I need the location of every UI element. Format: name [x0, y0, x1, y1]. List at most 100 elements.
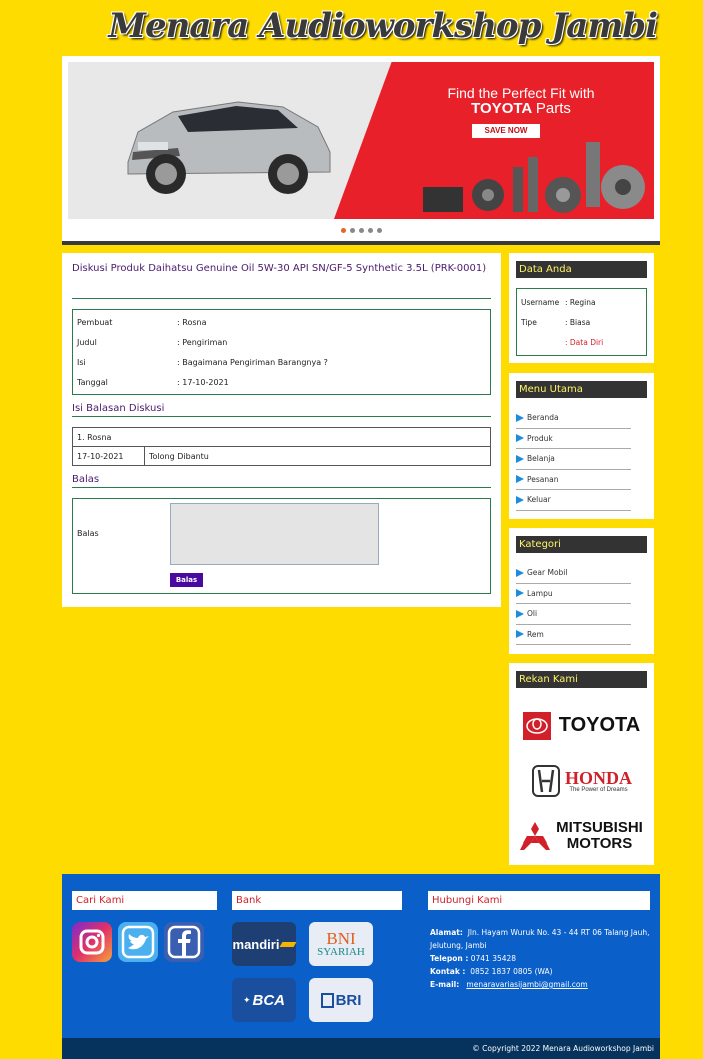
table-row: 17-10-2021 Tolong Dibantu: [72, 446, 491, 466]
phone-value: 0741 35428: [470, 954, 517, 963]
slider-dot-4[interactable]: [367, 228, 373, 233]
user-panel-title: Data Anda: [516, 261, 647, 278]
phone-label: Telepon :: [430, 954, 469, 963]
banner-brand-suffix: Parts: [535, 100, 571, 117]
mitsubishi-wordmark: MITSUBISHI MOTORS: [556, 819, 643, 852]
menu-item-products[interactable]: Produk: [516, 429, 631, 449]
menu-item-shop[interactable]: Belanja: [516, 449, 631, 470]
banner-slider[interactable]: Find the Perfect Fit with TOYOTA Parts S…: [62, 56, 660, 245]
menu-item-home[interactable]: Beranda: [516, 408, 631, 429]
info-row-creator: Pembuat: Rosna: [77, 312, 486, 332]
info-row-content: Isi: Bagaimana Pengiriman Barangnya ?: [77, 352, 486, 372]
address-label: Alamat:: [430, 928, 463, 937]
mandiri-wave-icon: [280, 941, 297, 947]
category-label: Gear Mobil: [527, 568, 568, 578]
category-item-oil[interactable]: Oli: [516, 604, 631, 625]
info-row-date: Tanggal: 17-10-2021: [77, 372, 486, 392]
wa-label: Kontak :: [430, 967, 466, 976]
category-label: Rem: [527, 629, 544, 639]
car-image: [127, 101, 331, 194]
category-item-brake[interactable]: Rem: [516, 625, 631, 645]
copyright: © Copyright 2022 Menara Audioworkshop Ja…: [62, 1038, 660, 1059]
menu-item-label: Pesanan: [527, 474, 559, 484]
reply-submit-button[interactable]: Balas: [170, 573, 203, 587]
reply-text: Tolong Dibantu: [144, 446, 491, 466]
table-row: 1. Rosna: [72, 427, 491, 447]
bank-name: BNI: [326, 929, 356, 948]
reply-table: 1. Rosna 17-10-2021 Tolong Dibantu: [72, 427, 491, 466]
category-panel: Kategori Gear Mobil Lampu Oli Rem: [509, 528, 654, 654]
partner-name: TOYOTA: [558, 714, 641, 736]
user-row-type: Tipe : Biasa: [521, 312, 642, 332]
type-value: : Biasa: [565, 317, 591, 327]
footer: Cari Kami Bank Hubungi Kami mandiri BNI …: [62, 874, 660, 1059]
find-us-heading: Cari Kami: [72, 891, 217, 910]
contact-phone: Telepon : 0741 35428: [430, 952, 652, 965]
banner-headline: Find the Perfect Fit with TOYOTA Parts: [416, 85, 626, 117]
user-info-box: Username: Regina Tipe : Biasa : Data Diri: [516, 288, 647, 356]
banner-headline-text: Find the Perfect Fit with: [447, 85, 595, 101]
slider-dot-1[interactable]: [340, 228, 346, 233]
replies-heading: Isi Balasan Diskusi: [72, 395, 491, 417]
arrow-right-icon: [516, 568, 524, 577]
slider-dot-2[interactable]: [349, 228, 355, 233]
facebook-icon[interactable]: [164, 922, 204, 962]
partners-title: Rekan Kami: [516, 671, 647, 688]
car-parts-image: [423, 142, 645, 213]
bank-bni-logo[interactable]: BNI SYARIAH: [309, 922, 373, 966]
info-row-subject: Judul: Pengiriman: [77, 332, 486, 352]
twitter-icon[interactable]: [118, 922, 158, 962]
info-label: Isi: [77, 357, 86, 367]
arrow-right-icon: [516, 434, 524, 443]
partners-panel: Rekan Kami TOYOTA HONDA The Power of Dre…: [509, 663, 654, 865]
site-title[interactable]: Menara Audioworkshop Jambi: [108, 6, 658, 46]
menu-item-label: Beranda: [527, 413, 559, 423]
email-link[interactable]: menaravariasijambi@gmail.com: [466, 980, 587, 989]
arrow-right-icon: [516, 630, 524, 639]
menu-item-orders[interactable]: Pesanan: [516, 470, 631, 490]
honda-wordmark: HONDA The Power of Dreams: [565, 769, 632, 793]
contact-heading: Hubungi Kami: [428, 891, 650, 910]
reply-field-label: Balas: [77, 529, 99, 538]
bca-emblem-icon: ✦: [242, 994, 251, 1005]
contact-wa: Kontak : 0852 1837 0805 (WA): [430, 965, 652, 978]
category-item-lamp[interactable]: Lampu: [516, 584, 631, 604]
partner-tagline: The Power of Dreams: [569, 786, 628, 793]
slider-dot-3[interactable]: [358, 228, 364, 233]
bank-mandiri-logo[interactable]: mandiri: [232, 922, 297, 966]
username-value: : Regina: [565, 297, 596, 307]
reply-textarea[interactable]: [170, 503, 379, 565]
bank-name: BCA: [252, 991, 286, 1009]
slider-dot-5[interactable]: [376, 228, 382, 233]
category-item-gear[interactable]: Gear Mobil: [516, 563, 631, 584]
info-label: Pembuat: [77, 317, 113, 327]
save-now-button[interactable]: SAVE NOW: [472, 124, 540, 138]
instagram-icon[interactable]: [72, 922, 112, 962]
info-value: : Pengiriman: [177, 337, 228, 347]
bri-emblem-icon: [320, 992, 334, 1008]
bank-name: BRI: [335, 991, 362, 1009]
info-value: : 17-10-2021: [177, 377, 229, 387]
banner-slide[interactable]: Find the Perfect Fit with TOYOTA Parts S…: [68, 62, 654, 219]
user-row-username: Username: Regina: [521, 292, 642, 312]
partner-toyota[interactable]: TOYOTA: [516, 698, 647, 753]
menu-item-logout[interactable]: Keluar: [516, 490, 631, 511]
arrow-right-icon: [516, 609, 524, 618]
partner-mitsubishi[interactable]: MITSUBISHI MOTORS: [516, 808, 647, 863]
partner-honda[interactable]: HONDA The Power of Dreams: [516, 753, 647, 808]
toyota-logo-icon: [522, 711, 551, 740]
partner-name-2: MOTORS: [566, 834, 633, 852]
bank-bca-logo[interactable]: ✦ BCA: [232, 978, 296, 1022]
partner-name: HONDA: [565, 767, 632, 788]
type-label: Tipe: [521, 317, 537, 327]
menu-item-label: Produk: [527, 433, 553, 443]
main-content: Diskusi Produk Daihatsu Genuine Oil 5W-3…: [62, 253, 501, 607]
contact-email: E-mail: menaravariasijambi@gmail.com: [430, 978, 652, 991]
bank-bri-logo[interactable]: BRI: [309, 978, 373, 1022]
page-title: Diskusi Produk Daihatsu Genuine Oil 5W-3…: [72, 263, 491, 299]
arrow-right-icon: [516, 413, 524, 422]
reply-form-heading: Balas: [72, 466, 491, 488]
arrow-right-icon: [516, 589, 524, 598]
profile-link[interactable]: : Data Diri: [565, 338, 603, 347]
banner-brand-line: TOYOTA Parts: [416, 101, 626, 116]
